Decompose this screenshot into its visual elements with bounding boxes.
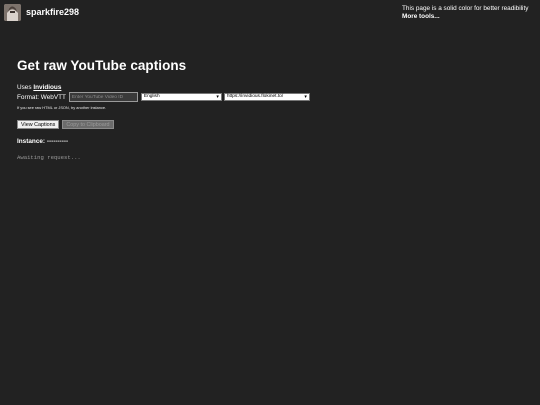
avatar-image-icon[interactable] (4, 4, 21, 21)
format-label: Format: WebVTT (17, 93, 66, 101)
video-id-input[interactable] (68, 92, 138, 102)
uses-prefix: Uses (17, 84, 34, 91)
instance-select[interactable]: https://invidious.flokinet.to/ ▾ (223, 93, 310, 101)
instance-selected-label: https://invidious.flokinet.to/ (226, 94, 284, 99)
language-selected-label: English (143, 94, 160, 99)
instance-label: Instance: (17, 138, 46, 145)
chevron-down-icon: ▾ (304, 94, 307, 100)
output-text: Awaiting request... (17, 154, 81, 161)
hint-text: If you see raw HTML or JSON, try another… (17, 105, 107, 110)
view-captions-button[interactable]: View Captions (17, 120, 60, 129)
language-select[interactable]: English ▾ (140, 93, 222, 101)
uses-line: Uses Invidious (17, 84, 61, 92)
invidious-link[interactable]: Invidious (33, 84, 61, 91)
page-title: Get raw YouTube captions (17, 58, 187, 73)
format-row: Format: WebVTT English ▾ https://invidio… (17, 92, 312, 102)
readability-notice: This page is a solid color for better re… (402, 5, 528, 20)
chevron-down-icon: ▾ (216, 94, 219, 100)
more-tools-link[interactable]: More tools... (402, 13, 528, 21)
copy-to-clipboard-button[interactable]: Copy to Clipboard (62, 120, 114, 129)
instance-value: ---------- (46, 138, 69, 145)
notice-text: This page is a solid color for better re… (402, 5, 529, 12)
username[interactable]: sparkfire298 (26, 4, 79, 21)
button-row: View Captions Copy to Clipboard (17, 120, 117, 129)
instance-status: Instance: ---------- (17, 138, 68, 145)
header: sparkfire298 (4, 4, 79, 21)
